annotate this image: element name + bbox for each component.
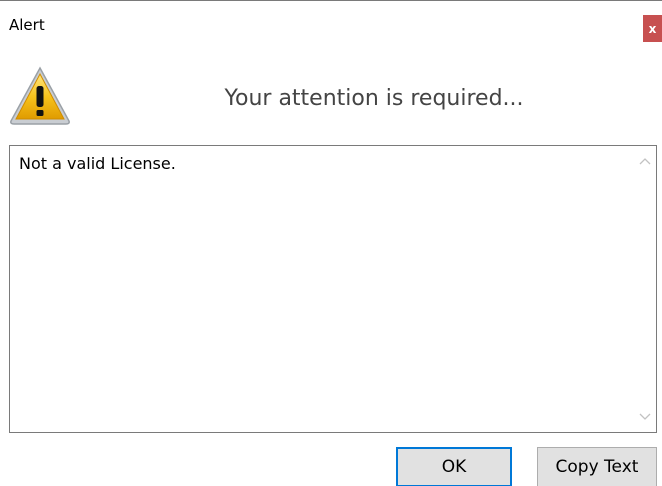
attention-heading: Your attention is required... <box>224 86 524 111</box>
copy-text-button[interactable]: Copy Text <box>537 447 657 486</box>
ok-button[interactable]: OK <box>396 447 512 486</box>
alert-dialog: Alert x Your attention is required... No… <box>0 0 662 486</box>
window-title: Alert <box>9 16 45 34</box>
close-icon: x <box>648 21 657 36</box>
scroll-up-button[interactable] <box>634 150 656 172</box>
scroll-down-button[interactable] <box>634 406 656 428</box>
chevron-down-icon <box>639 413 651 420</box>
message-textbox[interactable]: Not a valid License. <box>9 145 657 433</box>
vertical-scrollbar[interactable] <box>634 146 656 432</box>
close-button[interactable]: x <box>643 15 662 42</box>
message-text: Not a valid License. <box>19 154 176 173</box>
chevron-up-icon <box>639 158 651 165</box>
warning-icon <box>8 64 72 128</box>
